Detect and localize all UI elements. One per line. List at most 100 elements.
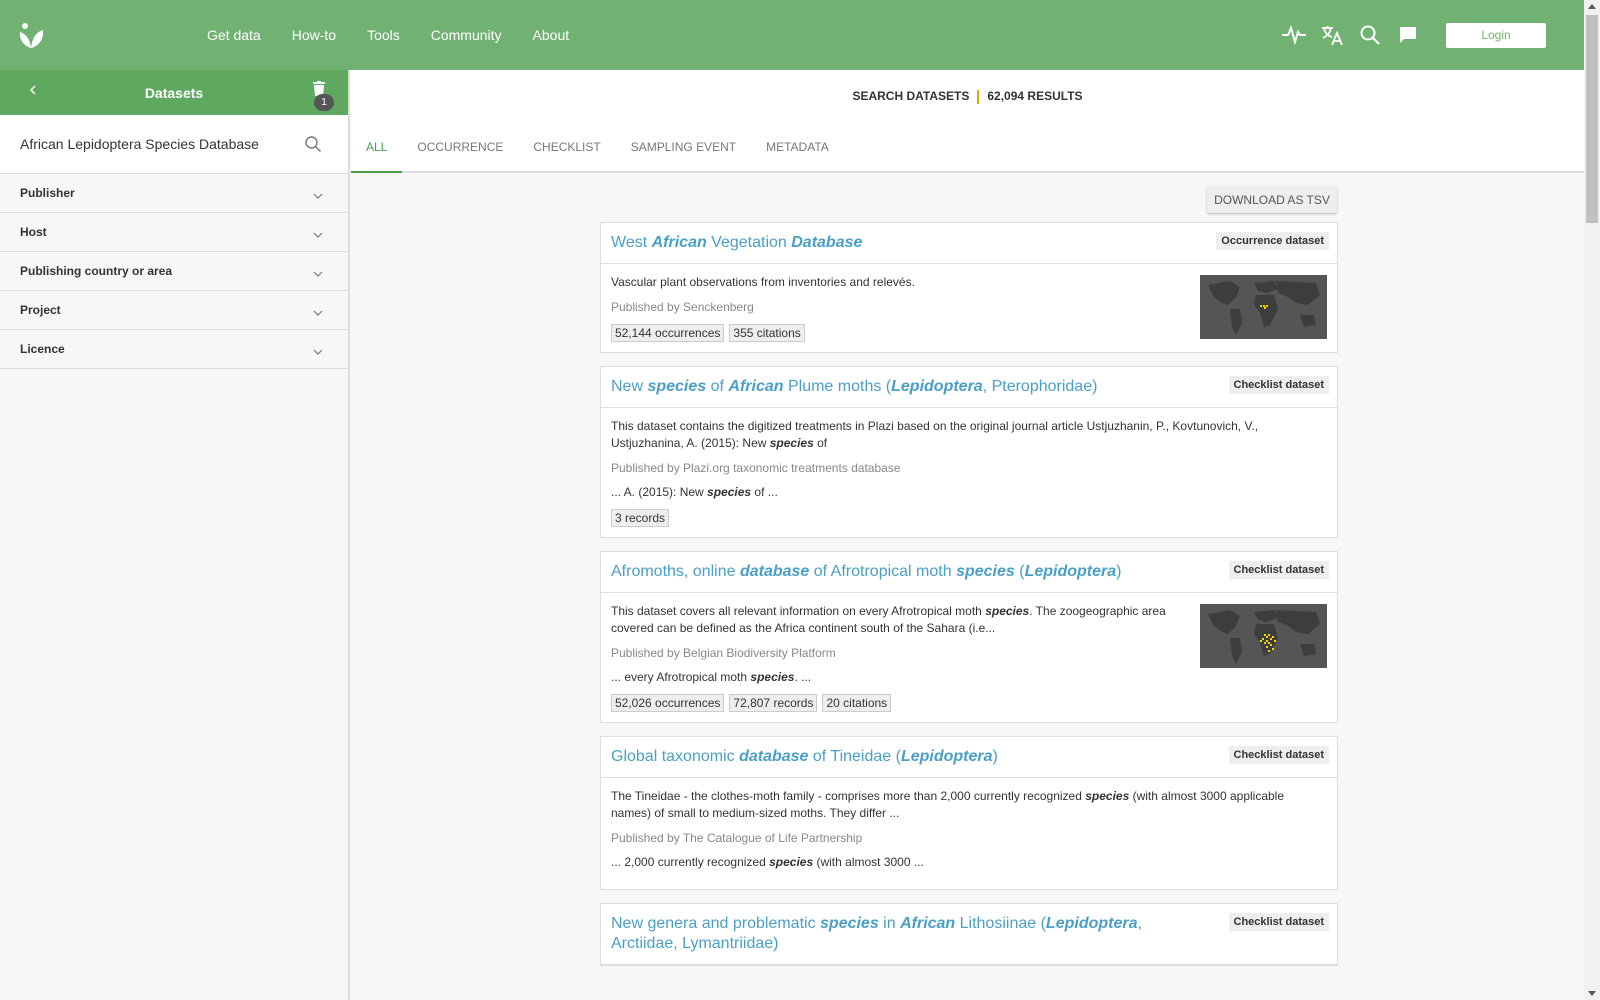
dataset-type-badge: Occurrence dataset	[1216, 232, 1329, 250]
stat-chip[interactable]: 52,026 occurrences	[611, 694, 725, 712]
highlighted-term: Lepidoptera	[900, 748, 993, 765]
nav-get-data[interactable]: Get data	[207, 27, 261, 43]
translate-icon[interactable]	[1319, 22, 1345, 48]
dataset-card-header: West African Vegetation Database Occurren…	[601, 223, 1337, 264]
nav-tools[interactable]: Tools	[367, 27, 400, 43]
dataset-card-header: New species of African Plume moths (Lepi…	[601, 367, 1337, 408]
dataset-card-body: The Tineidae - the clothes-moth family -…	[601, 778, 1337, 889]
filter-project[interactable]: Project	[0, 291, 348, 330]
stat-chip[interactable]: 52,144 occurrences	[611, 324, 725, 342]
results-area: SEARCH DATASETS 62,094 RESULTS ALL OCCURR…	[351, 70, 1584, 1000]
collapse-sidebar-chevron-icon[interactable]	[28, 83, 38, 101]
dataset-type-badge: Checklist dataset	[1228, 746, 1329, 764]
results-label: SEARCH DATASETS	[852, 89, 970, 103]
search-match-snippet: ... A. (2015): New species of ...	[611, 485, 778, 499]
scroll-down-arrow-icon[interactable]	[1588, 991, 1596, 996]
dataset-card-body: This dataset contains the digitized trea…	[601, 408, 1337, 537]
highlighted-term: species	[820, 915, 879, 932]
active-filter-count-badge: 1	[314, 94, 334, 111]
highlighted-term: database	[739, 563, 810, 580]
highlighted-term: species	[707, 485, 752, 499]
highlighted-term: species	[750, 670, 795, 684]
search-icon[interactable]	[1357, 22, 1383, 48]
dataset-search-input[interactable]	[20, 136, 300, 152]
sidebar-title: Datasets	[144, 84, 204, 101]
highlighted-term: African	[651, 234, 707, 251]
sidebar-header: Datasets 1	[0, 70, 348, 115]
highlighted-term: species	[1085, 789, 1130, 803]
filter-publishing-country[interactable]: Publishing country or area	[0, 252, 348, 291]
main-nav: Get data How-to Tools Community About	[207, 0, 600, 70]
dataset-card-body: This dataset covers all relevant informa…	[601, 593, 1337, 722]
dataset-title-link[interactable]: Afromoths, online database of Afrotropic…	[611, 562, 1327, 582]
results-count: 62,094 RESULTS	[987, 89, 1083, 103]
dataset-card: Afromoths, online database of Afrotropic…	[600, 551, 1338, 723]
highlighted-term: Lepidoptera	[1045, 915, 1138, 932]
chevron-down-icon	[313, 266, 323, 280]
chevron-down-icon	[313, 188, 323, 202]
highlighted-term: species	[956, 563, 1015, 580]
dataset-card: New species of African Plume moths (Lepi…	[600, 366, 1338, 538]
dataset-title-link[interactable]: Global taxonomic database of Tineidae (L…	[611, 747, 1327, 767]
dataset-card-header: Global taxonomic database of Tineidae (L…	[601, 737, 1337, 778]
occurrence-map-thumbnail[interactable]	[1200, 275, 1327, 339]
dataset-title-link[interactable]: New species of African Plume moths (Lepi…	[611, 377, 1327, 397]
sidebar-search	[0, 115, 348, 174]
search-match-snippet: ... 2,000 currently recognized species (…	[611, 855, 924, 869]
chevron-down-icon	[313, 227, 323, 241]
dataset-stats: 3 records	[611, 509, 1327, 527]
tab-metadata[interactable]: METADATA	[751, 123, 844, 171]
dataset-type-badge: Checklist dataset	[1228, 376, 1329, 394]
dataset-card-header: New genera and problematic species in Af…	[601, 904, 1337, 965]
chevron-down-icon	[313, 344, 323, 358]
tab-sampling-event[interactable]: SAMPLING EVENT	[616, 123, 751, 171]
login-button[interactable]: Login	[1446, 22, 1546, 48]
results-header: SEARCH DATASETS 62,094 RESULTS ALL OCCURR…	[351, 70, 1584, 173]
stat-chip[interactable]: 355 citations	[729, 324, 805, 342]
tab-occurrence[interactable]: OCCURRENCE	[402, 123, 518, 171]
highlighted-term: species	[769, 436, 814, 450]
dataset-type-badge: Checklist dataset	[1228, 913, 1329, 931]
activity-pulse-icon[interactable]	[1281, 22, 1307, 48]
nav-about[interactable]: About	[533, 27, 570, 43]
page-scrollbar[interactable]	[1584, 0, 1600, 1000]
dataset-card: New genera and problematic species in Af…	[600, 903, 1338, 966]
top-navigation-bar: Get data How-to Tools Community About Lo…	[0, 0, 1584, 70]
filter-label: Publisher	[20, 186, 75, 200]
dataset-type-badge: Checklist dataset	[1228, 561, 1329, 579]
filter-label: Host	[20, 225, 47, 239]
stat-chip[interactable]: 20 citations	[822, 694, 892, 712]
filter-host[interactable]: Host	[0, 213, 348, 252]
filter-licence[interactable]: Licence	[0, 330, 348, 369]
dataset-results-list: West African Vegetation Database Occurren…	[600, 222, 1338, 979]
filter-sidebar: Datasets 1 Publisher Host Publishing cou…	[0, 70, 350, 1000]
download-tsv-button[interactable]: DOWNLOAD AS TSV	[1207, 186, 1337, 213]
nav-how-to[interactable]: How-to	[292, 27, 336, 43]
highlighted-term: Lepidoptera	[891, 378, 983, 395]
gbif-logo-icon[interactable]	[16, 20, 46, 50]
nav-community[interactable]: Community	[431, 27, 502, 43]
dataset-description: The Tineidae - the clothes-moth family -…	[611, 789, 1285, 820]
results-summary: SEARCH DATASETS 62,094 RESULTS	[351, 89, 1584, 104]
stat-chip[interactable]: 72,807 records	[729, 694, 818, 712]
dataset-card: Global taxonomic database of Tineidae (L…	[600, 736, 1338, 890]
dataset-card-header: Afromoths, online database of Afrotropic…	[601, 552, 1337, 593]
scrollbar-thumb[interactable]	[1586, 15, 1598, 223]
occurrence-map-thumbnail[interactable]	[1200, 604, 1327, 668]
search-icon[interactable]	[304, 135, 322, 158]
tab-checklist[interactable]: CHECKLIST	[518, 123, 615, 171]
dataset-publisher: Published by The Catalogue of Life Partn…	[611, 831, 863, 845]
tab-all[interactable]: ALL	[351, 123, 403, 173]
highlighted-term: African	[728, 378, 784, 395]
scroll-up-arrow-icon[interactable]	[1588, 4, 1596, 9]
filter-label: Project	[20, 303, 61, 317]
dataset-type-tabs: ALL OCCURRENCE CHECKLIST SAMPLING EVENT …	[351, 123, 844, 173]
highlighted-term: African	[900, 915, 956, 932]
chevron-down-icon	[313, 305, 323, 319]
dataset-title-link[interactable]: New genera and problematic species in Af…	[611, 914, 1327, 954]
results-separator	[977, 89, 980, 104]
feedback-comment-icon[interactable]	[1395, 22, 1421, 48]
stat-chip[interactable]: 3 records	[611, 509, 670, 527]
filter-publisher[interactable]: Publisher	[0, 174, 348, 213]
highlighted-term: species	[985, 604, 1030, 618]
